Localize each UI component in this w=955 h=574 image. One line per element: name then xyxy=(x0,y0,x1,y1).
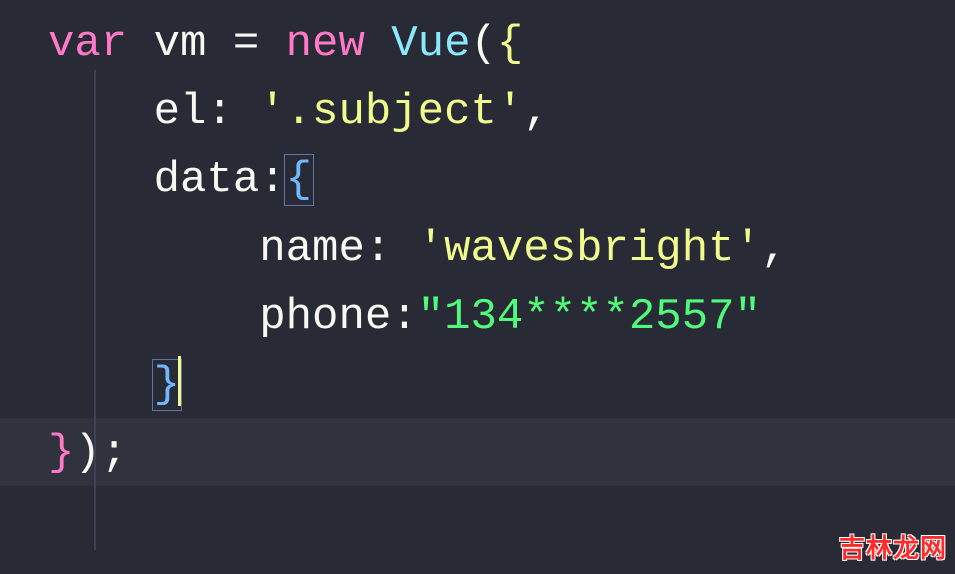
string-phone: "134****2557" xyxy=(418,292,761,342)
indent xyxy=(48,292,259,342)
close-brace: } xyxy=(48,428,74,478)
close-paren: ) xyxy=(74,428,100,478)
semicolon: ; xyxy=(101,428,127,478)
code-line-6[interactable]: } xyxy=(48,351,955,419)
prop-name: name xyxy=(259,224,365,274)
open-brace-data: { xyxy=(284,154,314,206)
code-line-3[interactable]: data:{ xyxy=(48,146,955,214)
string-subject: '.subject' xyxy=(259,87,523,137)
code-line-5[interactable]: phone:"134****2557" xyxy=(48,283,955,351)
colon: : xyxy=(365,224,418,274)
code-line-7[interactable]: }); xyxy=(48,419,955,487)
prop-el: el xyxy=(154,87,207,137)
keyword-new: new xyxy=(259,19,391,69)
open-brace: { xyxy=(497,19,523,69)
indent xyxy=(48,87,154,137)
class-vue: Vue xyxy=(391,19,470,69)
comma: , xyxy=(523,87,549,137)
colon: : xyxy=(259,155,285,205)
keyword-var: var xyxy=(48,19,127,69)
code-line-4[interactable]: name: 'wavesbright', xyxy=(48,215,955,283)
prop-phone: phone xyxy=(259,292,391,342)
colon: : xyxy=(206,87,259,137)
watermark: 吉林龙网 xyxy=(839,528,947,568)
open-paren: ( xyxy=(471,19,497,69)
code-line-1[interactable]: var vm = new Vue({ xyxy=(48,10,955,78)
colon: : xyxy=(391,292,417,342)
equals: = xyxy=(233,19,259,69)
cursor xyxy=(178,356,181,406)
prop-data: data xyxy=(154,155,260,205)
indent xyxy=(48,155,154,205)
indent xyxy=(48,360,154,410)
identifier-vm: vm xyxy=(127,19,233,69)
indent xyxy=(48,224,259,274)
string-name: 'wavesbright' xyxy=(418,224,761,274)
code-line-2[interactable]: el: '.subject', xyxy=(48,78,955,146)
code-editor[interactable]: var vm = new Vue({ el: '.subject', data:… xyxy=(0,0,955,487)
comma: , xyxy=(761,224,787,274)
